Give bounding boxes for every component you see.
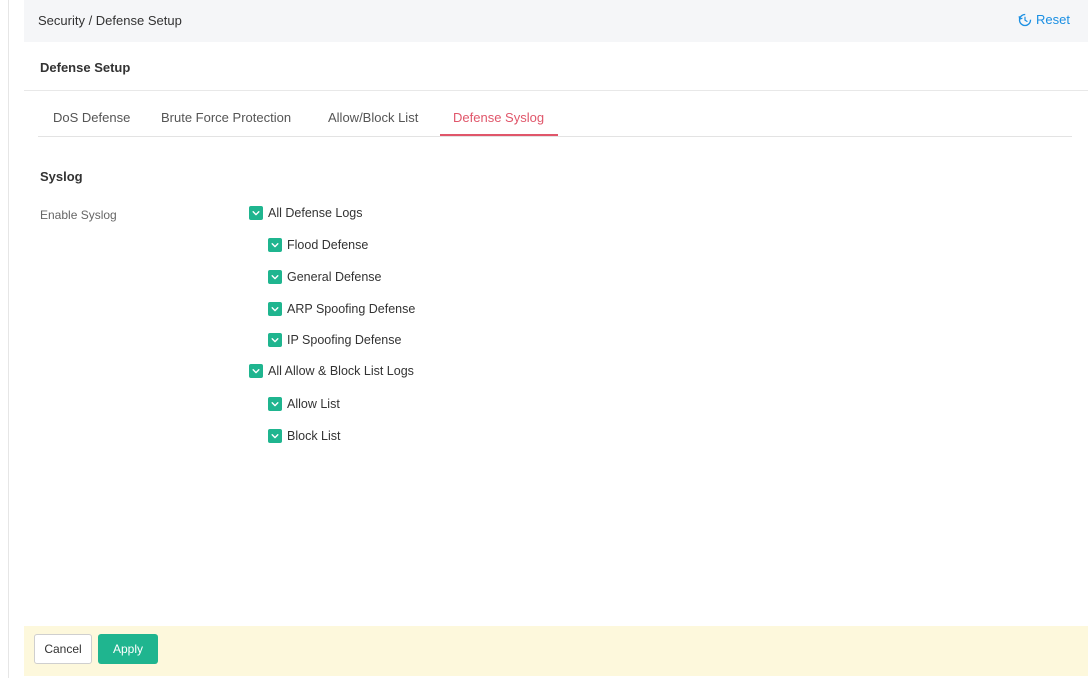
tab-dos-defense[interactable]: DoS Defense bbox=[53, 110, 130, 125]
checkbox-arp-spoofing-defense[interactable]: ARP Spoofing Defense bbox=[268, 302, 415, 316]
checkbox-block-list[interactable]: Block List bbox=[268, 429, 341, 443]
checkbox-checked-icon bbox=[249, 206, 263, 220]
panel-title: Defense Setup bbox=[40, 60, 131, 75]
checkbox-allow-list[interactable]: Allow List bbox=[268, 397, 340, 411]
checkbox-general-defense[interactable]: General Defense bbox=[268, 270, 382, 284]
tab-defense-syslog[interactable]: Defense Syslog bbox=[453, 110, 544, 125]
app-window: Security / Defense Setup Reset Defense S… bbox=[0, 0, 1088, 678]
active-tab-indicator bbox=[440, 134, 558, 136]
checkbox-label: All Allow & Block List Logs bbox=[268, 364, 414, 378]
left-divider bbox=[8, 0, 9, 678]
checkbox-all-allow-block-list-logs[interactable]: All Allow & Block List Logs bbox=[249, 364, 414, 378]
checkbox-label: IP Spoofing Defense bbox=[287, 333, 402, 347]
checkbox-label: Block List bbox=[287, 429, 341, 443]
checkbox-checked-icon bbox=[268, 270, 282, 284]
checkbox-all-defense-logs[interactable]: All Defense Logs bbox=[249, 206, 363, 220]
checkbox-checked-icon bbox=[249, 364, 263, 378]
action-footer: Cancel Apply bbox=[24, 626, 1088, 676]
apply-button[interactable]: Apply bbox=[98, 634, 158, 664]
tab-brute-force-protection[interactable]: Brute Force Protection bbox=[161, 110, 291, 125]
tab-allow-block-list[interactable]: Allow/Block List bbox=[328, 110, 418, 125]
reset-label: Reset bbox=[1036, 12, 1070, 27]
checkbox-ip-spoofing-defense[interactable]: IP Spoofing Defense bbox=[268, 333, 401, 347]
cancel-button[interactable]: Cancel bbox=[34, 634, 92, 664]
checkbox-label: All Defense Logs bbox=[268, 206, 363, 220]
enable-syslog-label: Enable Syslog bbox=[40, 208, 117, 222]
checkbox-checked-icon bbox=[268, 302, 282, 316]
checkbox-checked-icon bbox=[268, 397, 282, 411]
title-divider bbox=[24, 90, 1088, 91]
checkbox-label: ARP Spoofing Defense bbox=[287, 302, 416, 316]
checkbox-checked-icon bbox=[268, 238, 282, 252]
reset-button[interactable]: Reset bbox=[1018, 12, 1070, 27]
defense-setup-panel: Defense Setup DoS Defense Brute Force Pr… bbox=[24, 42, 1088, 626]
history-icon bbox=[1018, 13, 1032, 27]
checkbox-checked-icon bbox=[268, 333, 282, 347]
breadcrumb: Security / Defense Setup bbox=[38, 13, 182, 28]
checkbox-label: General Defense bbox=[287, 270, 382, 284]
checkbox-label: Flood Defense bbox=[287, 238, 369, 252]
checkbox-label: Allow List bbox=[287, 397, 340, 411]
checkbox-flood-defense[interactable]: Flood Defense bbox=[268, 238, 368, 252]
tab-bar: DoS Defense Brute Force Protection Allow… bbox=[38, 100, 1072, 137]
section-title-syslog: Syslog bbox=[40, 169, 83, 184]
top-bar: Security / Defense Setup Reset bbox=[24, 0, 1088, 42]
checkbox-checked-icon bbox=[268, 429, 282, 443]
